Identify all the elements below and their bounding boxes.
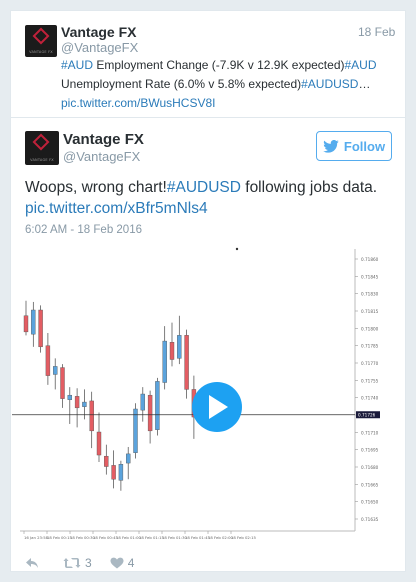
y-tick-label: 0.71635 <box>361 517 379 522</box>
avatar-logo-text: VANTAGE FX <box>30 158 54 162</box>
tweet-text-line-1: #AUD Employment Change (-7.9K v 12.9K ex… <box>61 56 391 75</box>
hashtag-link[interactable]: #AUDUSD <box>167 179 241 196</box>
candle-bull <box>67 394 72 400</box>
y-tick-label: 0.71845 <box>361 274 379 279</box>
author-handle[interactable]: @VantageFX <box>61 40 138 55</box>
hashtag-link[interactable]: #AUDUSD <box>301 77 358 91</box>
twitter-bird-icon <box>323 139 339 153</box>
tweet-date[interactable]: 18 Feb <box>358 25 395 39</box>
parent-tweet[interactable]: VANTAGE FX Vantage FX @VantageFX 18 Feb … <box>11 11 405 118</box>
tweet-text-line-2: Unemployment Rate (6.0% v 5.8% expected)… <box>61 75 391 94</box>
logo-diamond-icon <box>32 27 50 45</box>
candle-bear <box>96 431 102 456</box>
like-button[interactable]: 4 <box>110 556 135 570</box>
y-tick-label: 0.71860 <box>361 257 379 262</box>
y-tick-label: 0.71695 <box>361 448 379 453</box>
candle-bull <box>155 381 160 430</box>
x-tick-label: 18 Feb 01:45 <box>185 535 210 540</box>
tweet-actions: 3 4 <box>25 553 134 573</box>
candle-bull <box>140 393 146 411</box>
x-tick-label: 18 Feb 01:30 <box>162 535 187 540</box>
candle-bull <box>133 408 138 453</box>
author-handle[interactable]: @VantageFX <box>63 149 140 164</box>
candle-bear <box>23 315 29 333</box>
candle-bull <box>177 335 182 359</box>
x-tick-label: 16 Jan 23:58 <box>24 535 49 540</box>
y-tick-label: 0.71815 <box>361 309 379 314</box>
y-tick-label: 0.71665 <box>361 482 379 487</box>
candle-bear <box>89 400 94 432</box>
timeline-frame: VANTAGE FX Vantage FX @VantageFX 18 Feb … <box>10 10 406 572</box>
candle-bear <box>111 465 116 480</box>
y-tick-label: 0.71650 <box>361 500 379 505</box>
tweet-text: Woops, wrong chart!#AUDUSD following job… <box>25 177 395 219</box>
author-name[interactable]: Vantage FX <box>61 24 136 40</box>
candle-bear <box>38 309 43 348</box>
retweet-icon <box>63 558 81 568</box>
y-tick-label: 0.71785 <box>361 344 379 349</box>
logo-diamond-icon <box>32 133 50 151</box>
x-tick-label: 18 Feb 00:45 <box>93 535 118 540</box>
text-segment: Woops, wrong chart! <box>25 179 167 196</box>
x-tick-label: 18 Feb 02:00 <box>208 535 233 540</box>
x-tick-label: 18 Feb 02:15 <box>231 535 256 540</box>
candle-bear <box>74 396 80 409</box>
follow-label: Follow <box>343 138 386 154</box>
ellipsis: … <box>358 77 371 91</box>
top-marker <box>235 247 239 251</box>
reply-button[interactable] <box>25 557 47 569</box>
candle-bull <box>118 464 124 481</box>
candle-bear <box>169 342 175 360</box>
reply-icon <box>26 558 38 568</box>
current-price-label: 0.71726 <box>358 412 376 417</box>
follow-button[interactable]: Follow <box>316 131 392 161</box>
candle-bear <box>104 455 109 467</box>
x-tick-label: 18 Feb 01:15 <box>139 535 164 540</box>
author-name[interactable]: Vantage FX <box>63 131 144 148</box>
candle-bull <box>162 340 167 383</box>
y-tick-label: 0.71710 <box>361 430 379 435</box>
avatar[interactable]: VANTAGE FX <box>25 25 57 57</box>
text-segment: Employment Change (-7.9K v 12.9K expecte… <box>93 58 345 72</box>
candle-bear <box>184 335 189 390</box>
candle-bull <box>53 366 58 375</box>
candle-bear <box>45 345 51 376</box>
candlestick-chart: 0.71860 0.71845 0.71830 0.71815 0.71800 0.717… <box>12 247 380 540</box>
hashtag-link[interactable]: #AUD <box>344 58 376 72</box>
y-tick-label: 0.71680 <box>361 465 379 470</box>
y-tick-label: 0.71830 <box>361 292 379 297</box>
candle-bear <box>60 367 65 399</box>
x-tick-label: 18 Feb 01:00 <box>116 535 141 540</box>
y-tick-label: 0.71740 <box>361 396 379 401</box>
y-tick-label: 0.71755 <box>361 378 379 383</box>
text-segment: following jobs data. <box>240 179 378 196</box>
candle-bull <box>82 401 87 407</box>
x-tick-label: 18 Feb 00:30 <box>70 535 95 540</box>
tweet-media[interactable]: 0.71860 0.71845 0.71830 0.71815 0.71800 0.717… <box>12 241 404 547</box>
y-tick-label: 0.71800 <box>361 326 379 331</box>
candle-bull <box>31 309 36 335</box>
tweet-timestamp[interactable]: 6:02 AM - 18 Feb 2016 <box>25 224 142 236</box>
candle-bear <box>147 394 153 432</box>
like-count: 4 <box>127 556 135 570</box>
retweet-button[interactable]: 3 <box>63 556 92 570</box>
retweet-count: 3 <box>85 556 92 570</box>
text-segment: Unemployment Rate (6.0% v 5.8% expected) <box>61 77 302 91</box>
y-tick-label: 0.71770 <box>361 361 379 366</box>
heart-icon <box>110 557 124 569</box>
avatar-logo-text: VANTAGE FX <box>29 50 53 54</box>
tweet-text: #AUD Employment Change (-7.9K v 12.9K ex… <box>61 56 391 113</box>
pic-link[interactable]: pic.twitter.com/xBfr5mNls4 <box>25 200 208 217</box>
x-tick-label: 18 Feb 00:15 <box>47 535 72 540</box>
candle-bull <box>125 453 131 464</box>
pic-link[interactable]: pic.twitter.com/BWusHCSV8I <box>61 96 216 110</box>
avatar[interactable]: VANTAGE FX <box>25 131 59 165</box>
hashtag-link[interactable]: #AUD <box>61 58 93 72</box>
